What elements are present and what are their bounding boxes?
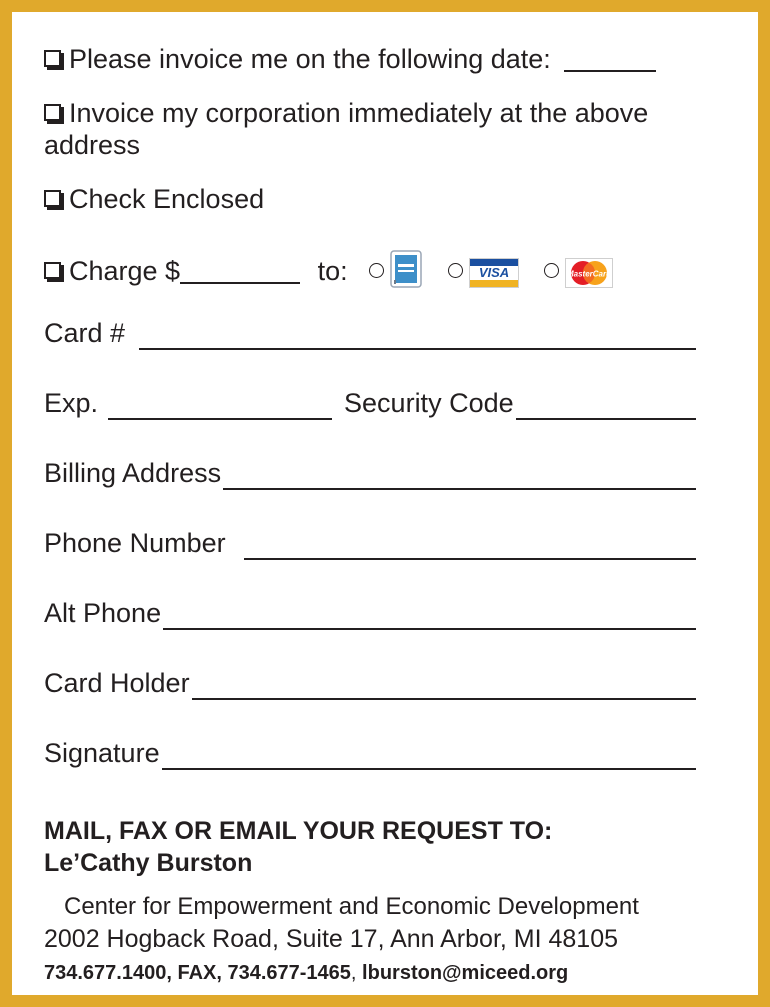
contact-heading: MAIL, FAX OR EMAIL YOUR REQUEST TO: <box>44 817 553 845</box>
option-check-enclosed[interactable]: Check Enclosed <box>44 182 710 216</box>
charge-to-label: to: <box>317 256 348 286</box>
option-label: Please invoice me on the following date: <box>69 44 551 74</box>
option-charge[interactable]: Charge $ to: VISA MasterCard <box>44 250 710 296</box>
mastercard-card-icon[interactable]: MasterCard <box>565 258 614 296</box>
alt-phone-field[interactable]: Alt Phone <box>44 596 696 630</box>
svg-text:VISA: VISA <box>478 265 508 280</box>
option-invoice-corporation[interactable]: Invoice my corporation immediately at th… <box>44 96 710 130</box>
radio-visa[interactable] <box>447 263 463 278</box>
option-invoice-date[interactable]: Please invoice me on the following date: <box>44 42 710 76</box>
exp-blank[interactable] <box>108 390 333 420</box>
amex-card-icon[interactable] <box>390 250 422 296</box>
checkbox-icon[interactable] <box>44 50 64 70</box>
alt-phone-blank[interactable] <box>163 600 696 630</box>
checkbox-icon[interactable] <box>44 104 64 124</box>
svg-text:MasterCard: MasterCard <box>567 270 612 279</box>
date-blank[interactable] <box>564 44 657 72</box>
contact-phone-fax: 734.677.1400, FAX, 734.677-1465 <box>44 962 351 984</box>
option-invoice-corporation-cont: address <box>44 128 710 162</box>
field-label: Security Code <box>344 388 514 418</box>
field-label: Card # <box>44 318 126 348</box>
contact-address: 2002 Hogback Road, Suite 17, Ann Arbor, … <box>44 925 619 953</box>
field-label: Exp. <box>44 388 99 418</box>
field-label: Card Holder <box>44 668 190 698</box>
field-label: Phone Number <box>44 528 226 558</box>
card-holder-field[interactable]: Card Holder <box>44 666 696 700</box>
radio-amex[interactable] <box>369 263 385 278</box>
checkbox-icon[interactable] <box>44 262 64 282</box>
contact-name: Le’Cathy Burston <box>44 849 253 877</box>
field-label: Alt Phone <box>44 598 162 628</box>
contact-email-link[interactable]: lburston@miceed.org <box>362 962 568 984</box>
signature-blank[interactable] <box>161 740 696 770</box>
card-holder-blank[interactable] <box>191 670 696 700</box>
billing-address-field[interactable]: Billing Address <box>44 456 696 490</box>
option-label: Charge $ <box>69 256 181 286</box>
visa-card-icon[interactable]: VISA <box>468 258 519 296</box>
option-label: Check Enclosed <box>69 184 265 214</box>
phone-number-field[interactable]: Phone Number <box>44 526 696 560</box>
contact-phone-email: 734.677.1400, FAX, 734.677-1465, lbursto… <box>44 958 568 988</box>
security-code-blank[interactable] <box>515 390 696 420</box>
card-number-blank[interactable] <box>139 320 696 350</box>
checkbox-icon[interactable] <box>44 190 64 210</box>
contact-separator: , <box>350 962 357 984</box>
phone-number-blank[interactable] <box>243 530 696 560</box>
option-label: Invoice my corporation immediately at th… <box>69 98 649 128</box>
card-number-field[interactable]: Card # <box>44 316 696 350</box>
billing-address-blank[interactable] <box>223 460 696 490</box>
radio-mastercard[interactable] <box>544 263 560 278</box>
exp-security-field[interactable]: Exp. Security Code <box>44 386 696 420</box>
charge-amount-blank[interactable] <box>180 256 301 284</box>
option-label-cont: address <box>44 130 141 160</box>
field-label: Billing Address <box>44 458 222 488</box>
signature-field[interactable]: Signature <box>44 736 696 770</box>
contact-organization: Center for Empowerment and Economic Deve… <box>64 893 639 920</box>
field-label: Signature <box>44 738 160 768</box>
